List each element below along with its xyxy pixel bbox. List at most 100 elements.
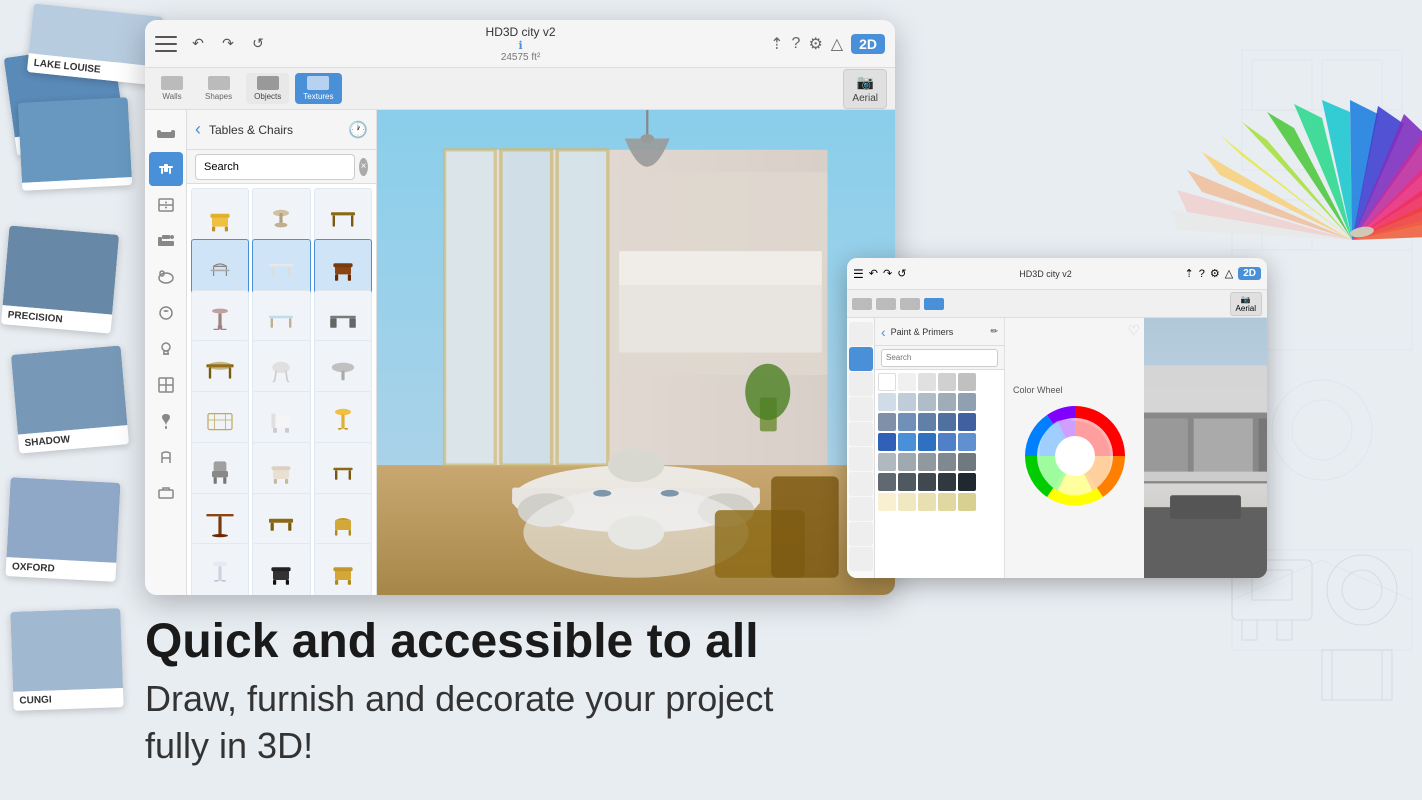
help-button[interactable]: ? xyxy=(792,35,801,53)
hamburger-menu[interactable] xyxy=(155,36,177,52)
color-swatch-midblue5[interactable] xyxy=(938,413,956,431)
color-swatch-midblue3[interactable] xyxy=(898,413,916,431)
color-swatch-blue1[interactable] xyxy=(878,433,896,451)
back-button[interactable]: ‹ xyxy=(195,119,201,140)
object-small-table[interactable] xyxy=(314,442,372,500)
redo-button[interactable]: ↷ xyxy=(215,31,241,57)
object-antique-chair[interactable] xyxy=(314,493,372,551)
color-swatch-blue2[interactable] xyxy=(898,433,916,451)
color-swatch-midblue1[interactable] xyxy=(958,393,976,411)
color-swatch-lightgray1[interactable] xyxy=(898,373,916,391)
object-outdoor-table[interactable] xyxy=(191,391,249,449)
color-swatch-lightblue3[interactable] xyxy=(918,393,936,411)
color-swatch-lyellow1[interactable] xyxy=(878,493,896,511)
cat-lighting[interactable] xyxy=(149,332,183,366)
color-swatch-lyellow3[interactable] xyxy=(918,493,936,511)
s-cat-10[interactable] xyxy=(849,547,873,571)
cat-misc1[interactable] xyxy=(149,296,183,330)
color-swatch-dgray3[interactable] xyxy=(918,473,936,491)
color-swatch-mgray4[interactable] xyxy=(938,453,956,471)
s-cat-5[interactable] xyxy=(849,422,873,446)
color-swatch-dgray2[interactable] xyxy=(898,473,916,491)
color-swatch-mgray1[interactable] xyxy=(878,453,896,471)
object-kitchen-stool[interactable] xyxy=(191,543,249,595)
s-expand-icon[interactable]: △ xyxy=(1225,267,1233,280)
color-wheel[interactable] xyxy=(1020,401,1130,511)
s-settings-icon[interactable]: ⚙ xyxy=(1210,267,1220,280)
object-desk-white[interactable] xyxy=(252,239,310,297)
tool-textures[interactable]: Textures xyxy=(295,73,341,104)
search-input[interactable] xyxy=(195,154,355,180)
heart-icon[interactable]: ♡ xyxy=(1127,322,1140,339)
s-cat-7[interactable] xyxy=(849,472,873,496)
object-office-desk[interactable] xyxy=(314,290,372,348)
object-dining-table[interactable] xyxy=(191,340,249,398)
tool-shapes[interactable]: Shapes xyxy=(197,73,240,104)
object-bar-table[interactable] xyxy=(191,493,249,551)
s-share-icon[interactable]: ⇡ xyxy=(1185,267,1194,280)
cat-storage[interactable] xyxy=(149,188,183,222)
color-swatch-mgray3[interactable] xyxy=(918,453,936,471)
s-cat-3[interactable] xyxy=(849,372,873,396)
color-swatch-dgray1[interactable] xyxy=(878,473,896,491)
object-barstool[interactable] xyxy=(191,290,249,348)
s-tool-shapes[interactable] xyxy=(876,298,896,310)
s-cat-9[interactable] xyxy=(849,522,873,546)
color-swatch-mgray5[interactable] xyxy=(958,453,976,471)
color-swatch-mgray2[interactable] xyxy=(898,453,916,471)
expand-button[interactable]: △ xyxy=(831,34,843,54)
object-black-chair[interactable] xyxy=(252,543,310,595)
settings-button[interactable]: ⚙ xyxy=(808,34,822,54)
s-cat-1[interactable] xyxy=(849,322,873,346)
share-button[interactable]: ⇡ xyxy=(770,34,783,54)
object-table-glass[interactable] xyxy=(252,290,310,348)
cat-bed[interactable] xyxy=(149,224,183,258)
object-table-wood[interactable] xyxy=(314,188,372,246)
object-chair-dark[interactable] xyxy=(314,239,372,297)
color-swatch-lightblue4[interactable] xyxy=(938,393,956,411)
s-hamburger-icon[interactable]: ☰ xyxy=(853,267,864,281)
colors-search-input[interactable] xyxy=(881,349,998,367)
color-swatch-white[interactable] xyxy=(878,373,896,391)
s-tool-textures[interactable] xyxy=(924,298,944,310)
object-modern-chair[interactable] xyxy=(252,391,310,449)
object-stool[interactable] xyxy=(252,188,310,246)
color-swatch-midblue4[interactable] xyxy=(918,413,936,431)
cat-sofa[interactable] xyxy=(149,116,183,150)
object-wood-chair[interactable] xyxy=(314,543,372,595)
cat-plants[interactable] xyxy=(149,404,183,438)
search-clear-button[interactable]: × xyxy=(359,158,368,176)
s-edit-icon[interactable]: ✏ xyxy=(990,326,998,337)
color-swatch-blue3[interactable] xyxy=(918,433,936,451)
color-swatch-midblue2[interactable] xyxy=(878,413,896,431)
s-aerial-button[interactable]: 📷Aerial xyxy=(1230,292,1262,316)
color-swatch-blue5[interactable] xyxy=(958,433,976,451)
s-undo-icon[interactable]: ↶ xyxy=(869,267,878,280)
cat-windows[interactable] xyxy=(149,368,183,402)
color-swatch-lyellow4[interactable] xyxy=(938,493,956,511)
color-swatch-lightblue2[interactable] xyxy=(898,393,916,411)
s-cat-4[interactable] xyxy=(849,397,873,421)
s-reload-icon[interactable]: ↺ xyxy=(897,267,906,280)
s-tool-walls[interactable] xyxy=(852,298,872,310)
cat-decor[interactable] xyxy=(149,440,183,474)
s-tool-objects[interactable] xyxy=(900,298,920,310)
color-swatch-lightblue1[interactable] xyxy=(878,393,896,411)
object-bench[interactable] xyxy=(252,493,310,551)
s-back-button[interactable]: ‹ xyxy=(881,324,886,340)
s-cat-8[interactable] xyxy=(849,497,873,521)
color-swatch-midblue6[interactable] xyxy=(958,413,976,431)
s-cat-6[interactable] xyxy=(849,447,873,471)
color-swatch-dgray5[interactable] xyxy=(958,473,976,491)
s-redo-icon[interactable]: ↷ xyxy=(883,267,892,280)
color-swatch-lyellow5[interactable] xyxy=(958,493,976,511)
tool-walls[interactable]: Walls xyxy=(153,73,191,104)
color-swatch-gray1[interactable] xyxy=(938,373,956,391)
object-gaming-chair[interactable] xyxy=(191,442,249,500)
tool-objects[interactable]: Objects xyxy=(246,73,289,104)
color-swatch-gray2[interactable] xyxy=(958,373,976,391)
s-cat-2[interactable] xyxy=(849,347,873,371)
cat-bathroom[interactable] xyxy=(149,260,183,294)
aerial-button[interactable]: 📷 Aerial xyxy=(843,69,887,109)
color-swatch-blue4[interactable] xyxy=(938,433,956,451)
